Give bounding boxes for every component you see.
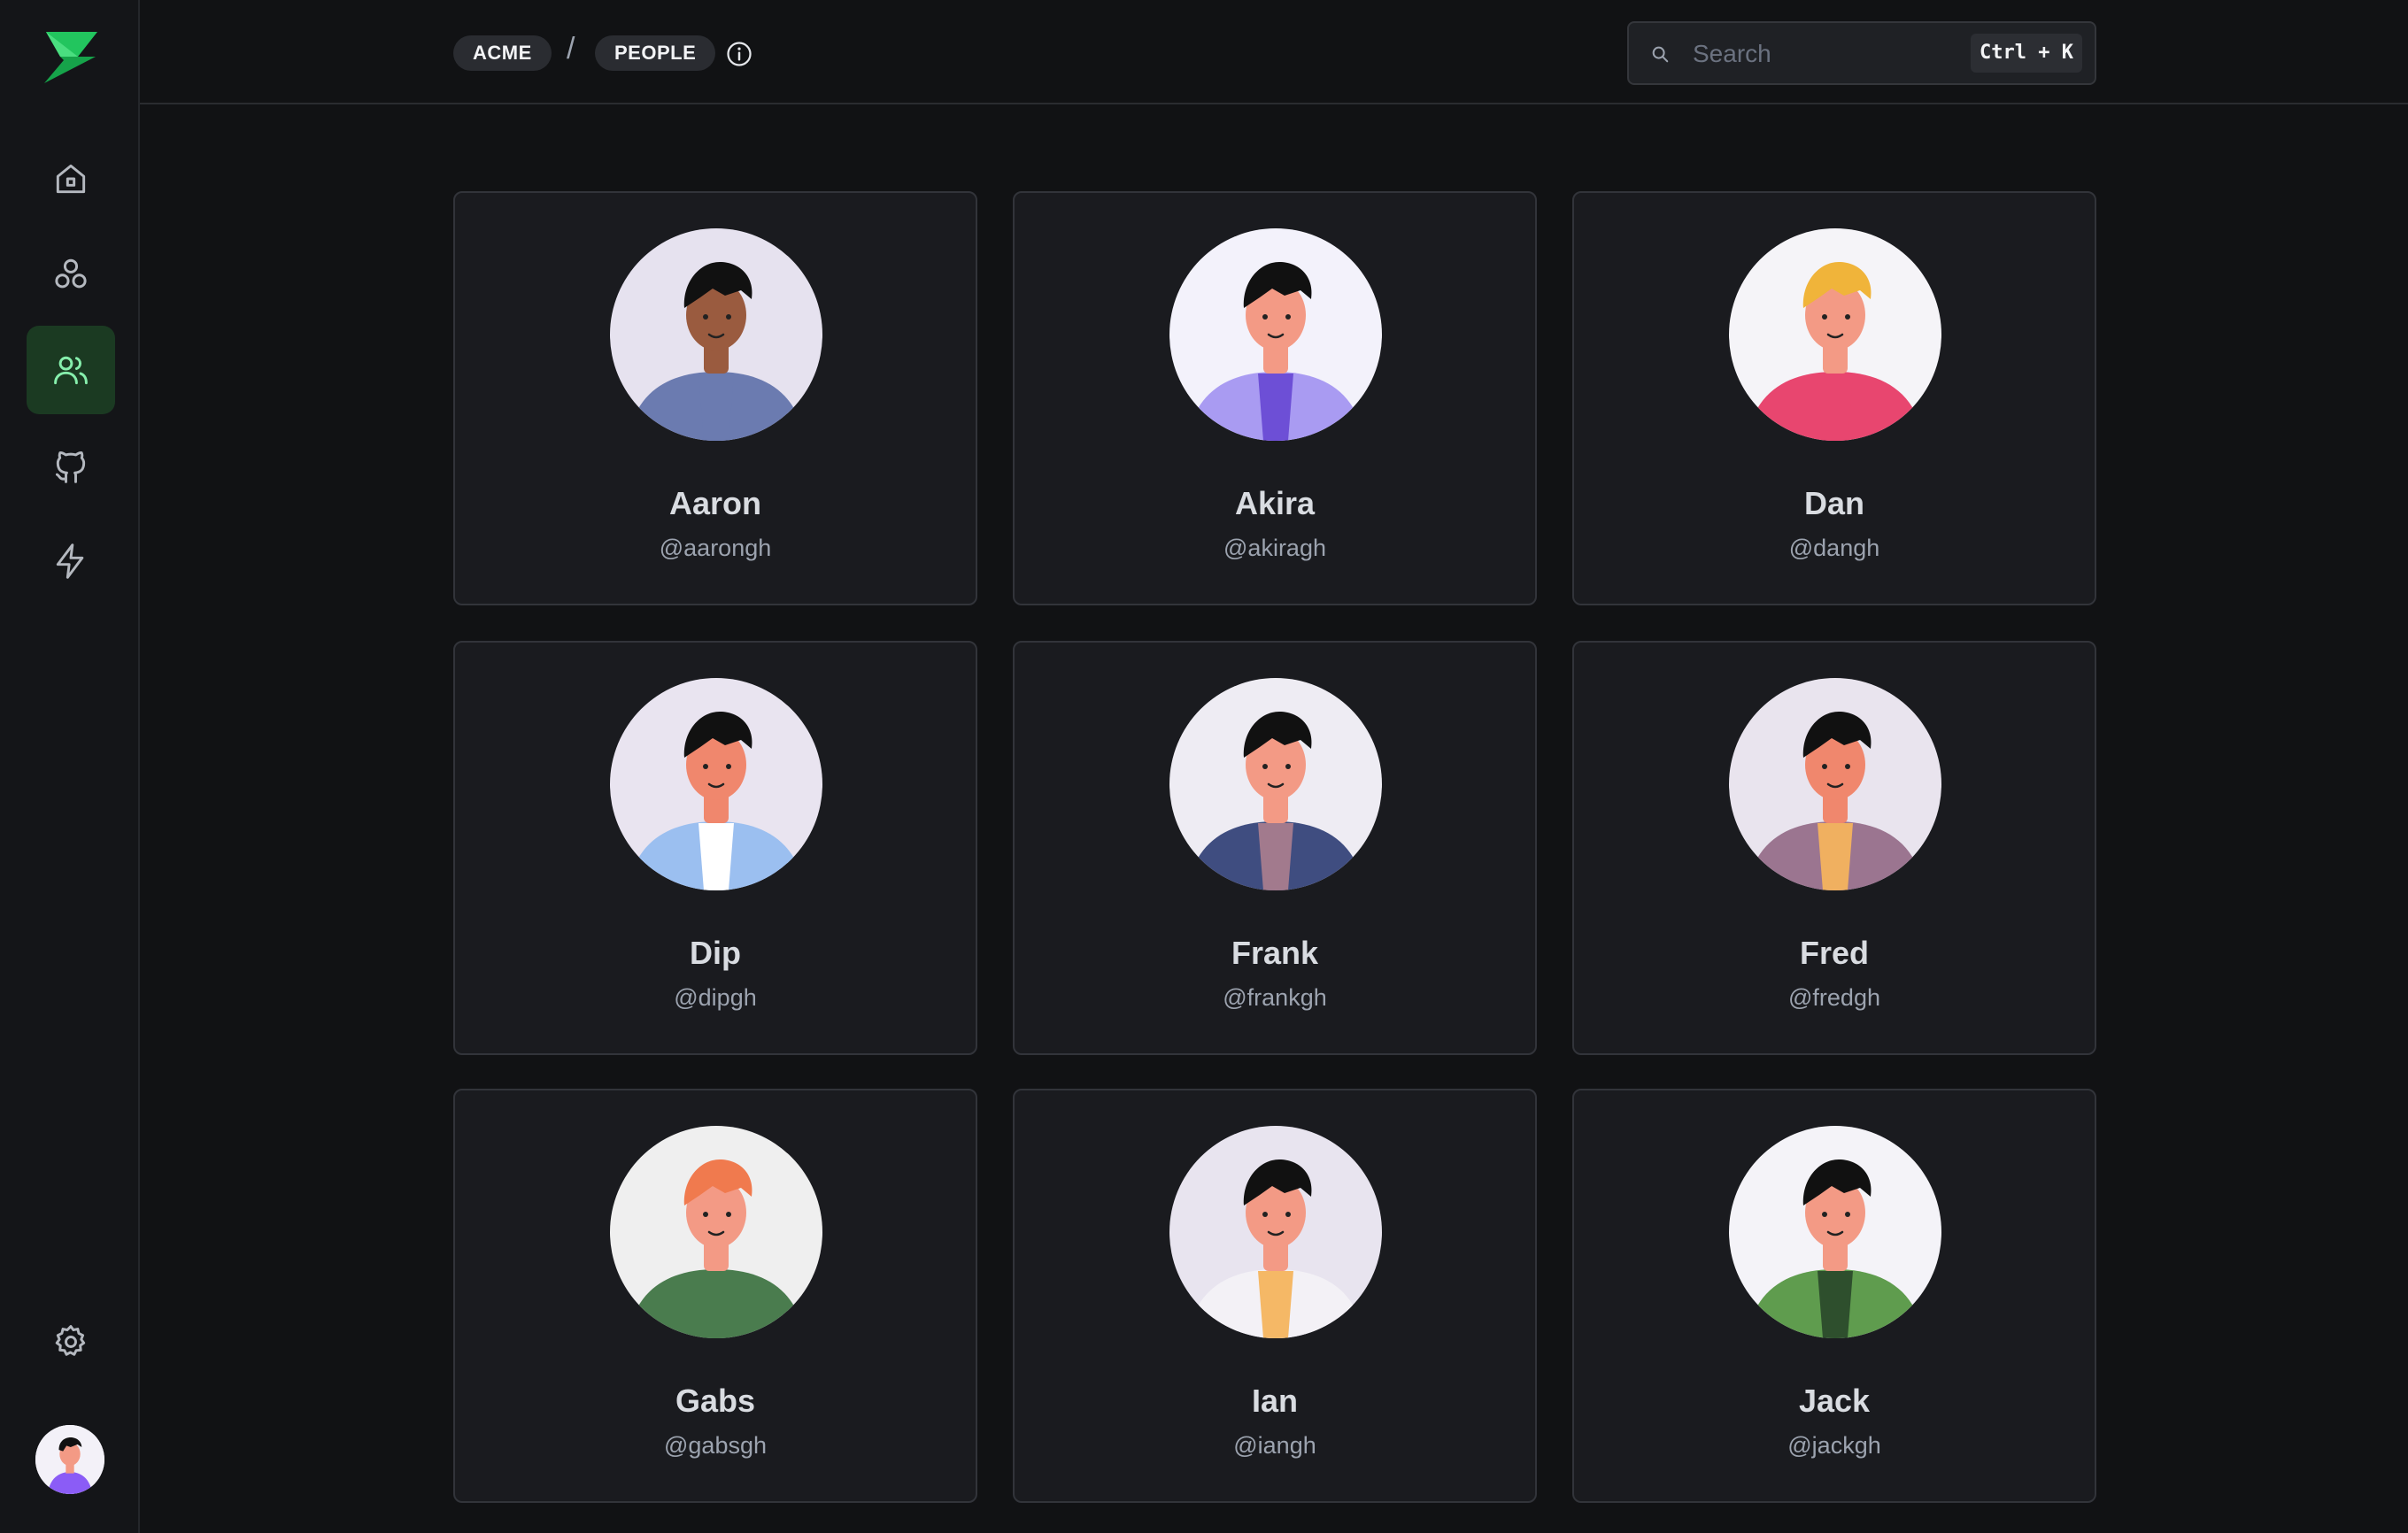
person-card[interactable]: Jack @jackgh [1572, 1089, 2096, 1503]
person-avatar [1729, 228, 1941, 441]
users-icon [54, 356, 88, 385]
person-handle: @aarongh [659, 535, 772, 561]
person-card[interactable]: Frank @frankgh [1013, 641, 1537, 1055]
person-name: Aaron [668, 485, 761, 521]
person-card[interactable]: Dan @dangh [1572, 191, 2096, 605]
person-card[interactable]: Ian @iangh [1013, 1089, 1537, 1503]
person-handle: @iangh [1233, 1432, 1316, 1459]
person-card[interactable]: Akira @akiragh [1013, 191, 1537, 605]
person-handle: @jackgh [1787, 1432, 1881, 1459]
breadcrumb-org[interactable]: ACME [453, 35, 552, 71]
breadcrumb-separator: / [567, 32, 575, 65]
person-avatar [1169, 678, 1382, 890]
nav-actions[interactable] [27, 517, 115, 605]
circles-icon [55, 258, 87, 289]
person-avatar [610, 228, 822, 441]
nav-home[interactable] [27, 135, 115, 223]
github-icon [55, 451, 86, 483]
person-name: Jack [1798, 1383, 1871, 1419]
person-handle: @dangh [1788, 535, 1880, 561]
sidebar [0, 0, 140, 1533]
person-card[interactable]: Fred @fredgh [1572, 641, 2096, 1055]
logo[interactable] [42, 30, 99, 85]
person-handle: @frankgh [1223, 984, 1327, 1011]
person-card[interactable]: Aaron @aarongh [453, 191, 977, 605]
user-avatar[interactable] [35, 1425, 104, 1494]
person-name: Fred [1799, 935, 1869, 971]
person-name: Akira [1234, 485, 1316, 521]
top-bar: ACME / PEOPLE Ctrl + K [140, 0, 2408, 104]
search-shortcut: Ctrl + K [1971, 34, 2082, 73]
person-name: Dip [690, 935, 741, 971]
person-card[interactable]: Dip @dipgh [453, 641, 977, 1055]
nav-circles[interactable] [27, 230, 115, 319]
person-name: Dan [1803, 485, 1864, 521]
person-handle: @fredgh [1788, 984, 1880, 1011]
nav-settings[interactable] [27, 1298, 115, 1386]
person-name: Ian [1251, 1383, 1298, 1419]
person-avatar [610, 678, 822, 890]
person-name: Gabs [675, 1383, 756, 1419]
breadcrumb-page[interactable]: PEOPLE [595, 35, 716, 71]
search-icon [1652, 46, 1669, 63]
search-input[interactable] [1691, 35, 1960, 73]
lightning-icon [56, 543, 84, 579]
person-name: Frank [1231, 935, 1319, 971]
person-handle: @dipgh [674, 984, 757, 1011]
gear-icon [55, 1325, 86, 1356]
nav-people[interactable] [27, 326, 115, 414]
person-avatar [1729, 1126, 1941, 1338]
home-icon [56, 164, 86, 194]
info-icon[interactable] [726, 41, 752, 67]
search-box[interactable]: Ctrl + K [1627, 21, 2096, 85]
person-avatar [1169, 1126, 1382, 1338]
person-card[interactable]: Gabs @gabsgh [453, 1089, 977, 1503]
person-handle: @gabsgh [664, 1432, 767, 1459]
nav-github[interactable] [27, 421, 115, 510]
person-avatar [610, 1126, 822, 1338]
person-handle: @akiragh [1223, 535, 1326, 561]
person-avatar [1169, 228, 1382, 441]
person-avatar [1729, 678, 1941, 890]
